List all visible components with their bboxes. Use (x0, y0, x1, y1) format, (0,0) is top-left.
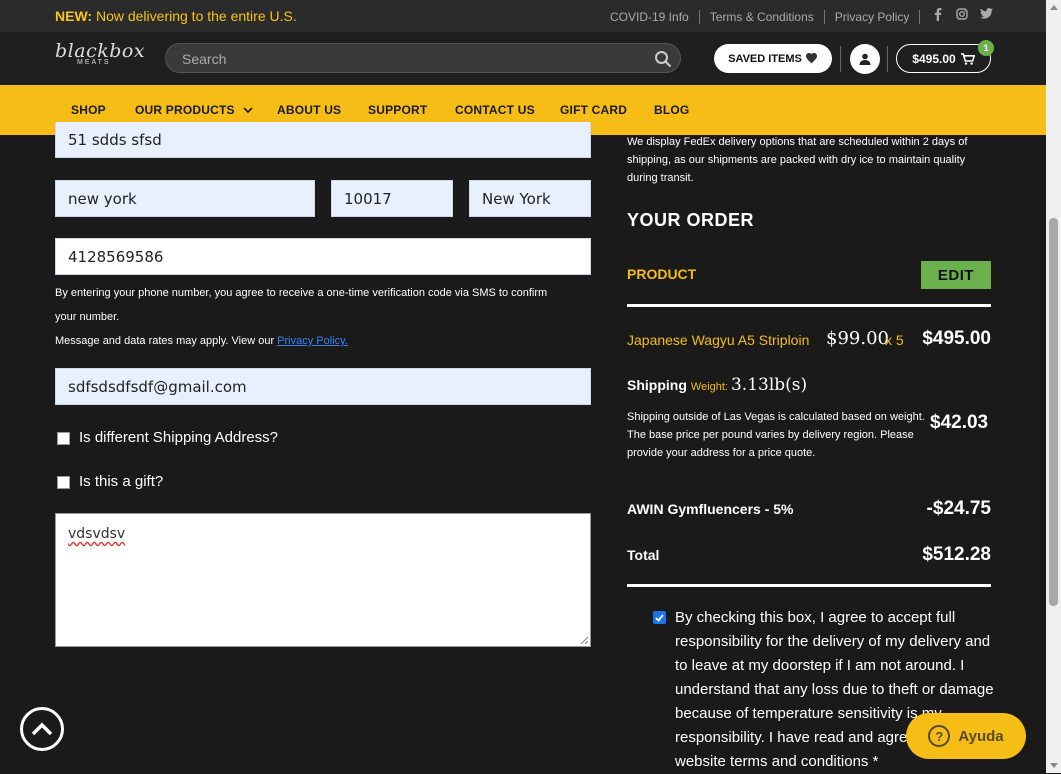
line-total: $495.00 (922, 328, 991, 349)
state-field[interactable]: New York (469, 180, 591, 217)
nav-support[interactable]: SUPPORT (368, 103, 427, 117)
saved-items-label: SAVED ITEMS (728, 52, 802, 65)
cart-total: $495.00 (912, 51, 956, 66)
covid-info-link[interactable]: COVID-19 Info (610, 10, 689, 24)
notes-text: vdsvdsv (68, 526, 126, 542)
resize-handle-icon[interactable] (580, 636, 588, 644)
edit-button[interactable]: EDIT (921, 261, 991, 289)
weight-value: 3.13lb(s) (730, 375, 808, 395)
scroll-up-arrow-icon[interactable] (1050, 5, 1058, 10)
twitter-icon[interactable] (980, 8, 993, 24)
user-icon (859, 53, 871, 65)
total-amount: $512.28 (922, 544, 991, 565)
address-field[interactable]: 51 sdds sfsd (55, 122, 591, 158)
facebook-icon[interactable] (932, 8, 944, 24)
divider (887, 46, 888, 72)
phone-field[interactable]: 4128569586 (55, 238, 591, 275)
account-button[interactable] (850, 44, 880, 74)
phone-disclaimer-cont: your number. (55, 311, 120, 323)
nav-shop[interactable]: SHOP (71, 103, 106, 117)
page-scrollbar[interactable] (1046, 0, 1061, 773)
heart-icon (805, 53, 817, 64)
scroll-to-top-button[interactable] (20, 707, 64, 751)
divider (919, 10, 921, 24)
announcement-text: NEW: Now delivering to the entire U.S. (55, 8, 297, 24)
nav-our-products[interactable]: OUR PRODUCTS (135, 103, 253, 117)
search-icon[interactable] (654, 50, 672, 68)
privacy-link[interactable]: Privacy Policy (835, 10, 910, 24)
search-bar (165, 43, 681, 73)
product-price: $99.00 (826, 328, 889, 349)
product-quantity: x 5 (885, 332, 904, 348)
nav-blog[interactable]: BLOG (654, 103, 689, 117)
cart-icon (960, 52, 975, 65)
social-links (932, 8, 993, 24)
product-column-header: PRODUCT (627, 266, 697, 282)
help-button[interactable]: ? Ayuda (906, 713, 1026, 759)
delivery-note: We display FedEx delivery options that a… (627, 136, 968, 184)
announcement-bar: NEW: Now delivering to the entire U.S. C… (0, 0, 1046, 32)
phone-disclaimer: By entering your phone number, you agree… (55, 287, 548, 299)
shipping-description: Shipping outside of Las Vegas is calcula… (627, 411, 925, 459)
shipping-row: Shipping Weight: 3.13lb(s) (627, 375, 807, 395)
weight-label: Weight: (690, 381, 728, 393)
top-links: COVID-19 Info Terms & Conditions Privacy… (610, 10, 930, 24)
city-field[interactable]: new york (55, 180, 315, 217)
chevron-down-icon (243, 107, 253, 114)
delivery-agreement-checkbox[interactable] (653, 611, 666, 624)
site-logo[interactable]: blackbox MEATS (55, 40, 145, 78)
site-header: blackbox MEATS SAVED ITEMS $495.00 1 (0, 32, 1046, 85)
email-field[interactable]: sdfsdsdfsdf@gmail.com (55, 368, 591, 405)
gift-label: Is this a gift? (79, 473, 164, 490)
terms-link[interactable]: Terms & Conditions (710, 10, 814, 24)
order-notes-textarea[interactable]: vdsvdsv (55, 513, 591, 647)
divider (823, 10, 825, 24)
nav-label: OUR PRODUCTS (135, 103, 235, 117)
cart-button[interactable]: $495.00 (896, 44, 991, 73)
total-label: Total (627, 547, 660, 563)
different-shipping-label: Is different Shipping Address? (79, 429, 279, 446)
scrollbar-thumb[interactable] (1049, 218, 1058, 606)
scroll-down-arrow-icon[interactable] (1050, 763, 1058, 768)
checkmark-icon (655, 613, 664, 622)
divider (627, 304, 991, 307)
divider (698, 10, 700, 24)
help-label: Ayuda (958, 727, 1004, 745)
cart-count-badge: 1 (978, 40, 994, 56)
divider (627, 584, 991, 587)
nav-contact-us[interactable]: CONTACT US (455, 103, 535, 117)
discount-amount: -$24.75 (926, 498, 991, 519)
shipping-amount: $42.03 (930, 412, 989, 433)
question-icon: ? (928, 725, 951, 747)
instagram-icon[interactable] (956, 8, 968, 24)
saved-items-button[interactable]: SAVED ITEMS (714, 44, 832, 73)
order-line-item: Japanese Wagyu A5 Striploin $99.00 x 5 $… (627, 328, 991, 352)
privacy-policy-link[interactable]: Privacy Policy. (277, 335, 348, 347)
product-name[interactable]: Japanese Wagyu A5 Striploin (627, 332, 809, 348)
different-shipping-checkbox[interactable] (57, 432, 70, 445)
divider (840, 46, 841, 72)
zip-field[interactable]: 10017 (331, 180, 453, 217)
gift-checkbox[interactable] (57, 476, 70, 489)
search-input[interactable] (180, 48, 644, 70)
shipping-label: Shipping (627, 377, 687, 393)
nav-gift-card[interactable]: GIFT CARD (560, 103, 627, 117)
data-rates-note: Message and data rates may apply. View o… (55, 335, 348, 347)
nav-about-us[interactable]: ABOUT US (277, 103, 341, 117)
your-order-heading: YOUR ORDER (627, 210, 755, 230)
discount-label: AWIN Gymfluencers - 5% (627, 501, 794, 517)
chevron-up-icon (31, 722, 53, 736)
